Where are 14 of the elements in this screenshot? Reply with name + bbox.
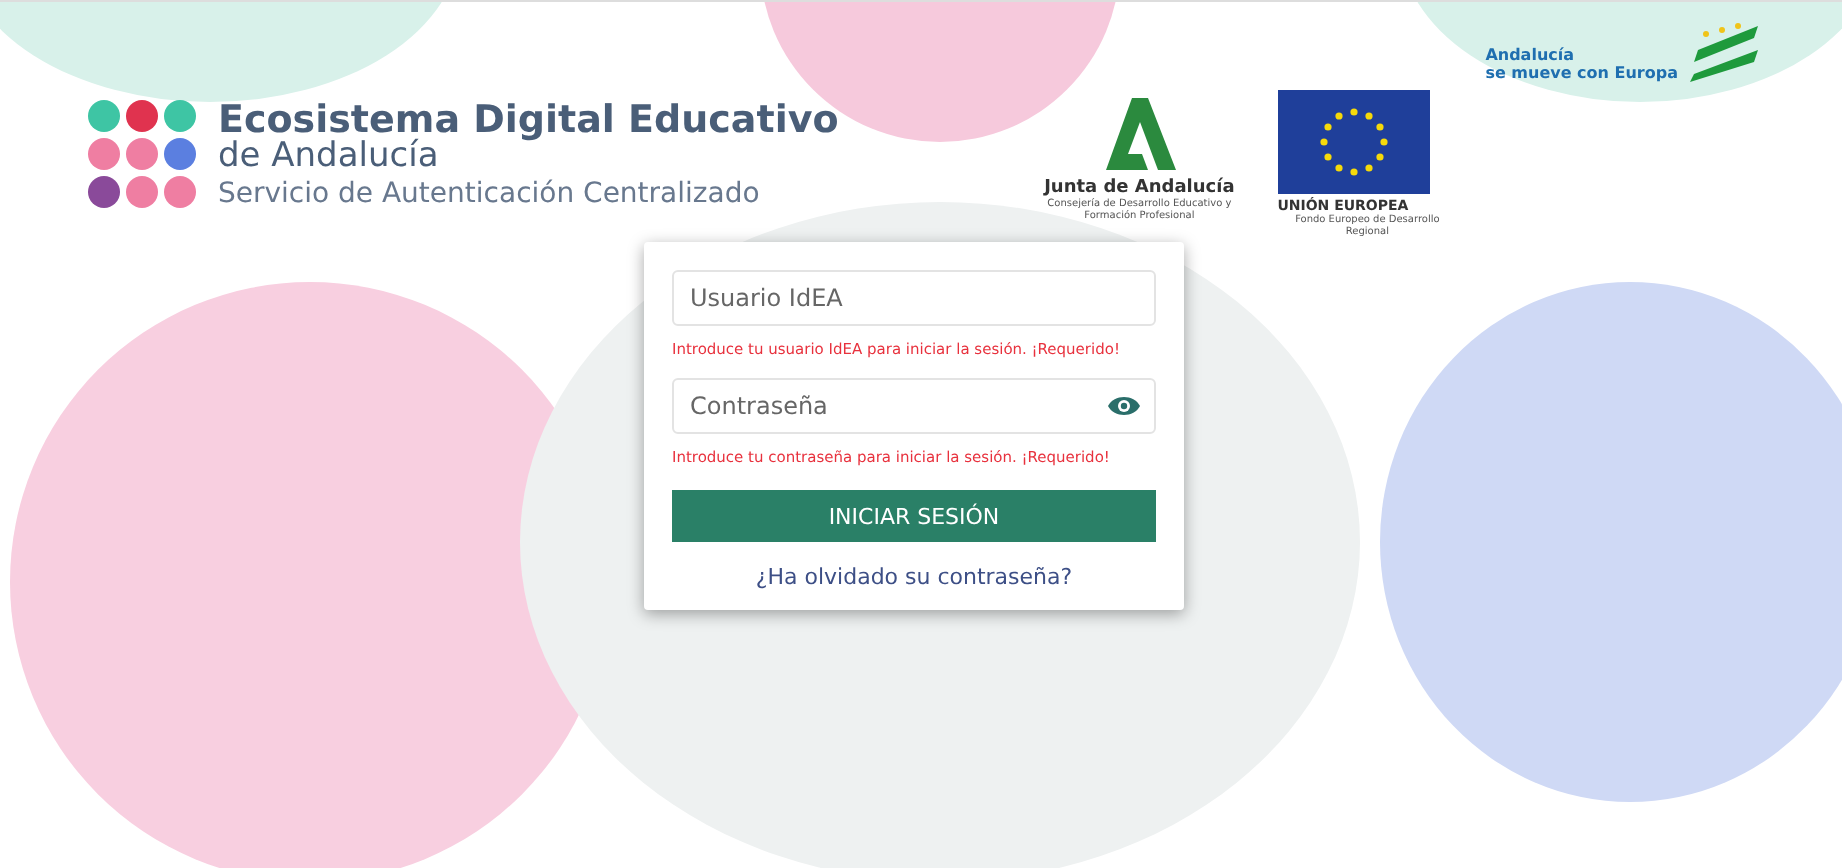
text-field[interactable]: Contraseña bbox=[672, 378, 1156, 434]
forgot-password-link[interactable]: ¿Ha olvidado su contraseña? bbox=[755, 564, 1073, 590]
logo-subtitle: de Andalucía bbox=[218, 139, 441, 173]
partner-name: Andalucía bbox=[1485, 46, 1577, 64]
logo-title: Ecosistema Digital Educativo bbox=[218, 101, 839, 139]
dots-logo-icon bbox=[86, 98, 198, 210]
text-field[interactable]: Usuario IdEA bbox=[672, 270, 1156, 326]
login-button[interactable]: INICIAR SESIÓN bbox=[672, 490, 1156, 542]
logo-tagline: Servicio de Autenticación Centralizado bbox=[218, 179, 762, 207]
eye-icon[interactable] bbox=[1108, 394, 1140, 418]
flag-stripes-icon bbox=[1686, 22, 1762, 82]
eu-flag-icon bbox=[1277, 90, 1430, 194]
partner-detail: se mueve con Europa bbox=[1485, 64, 1678, 82]
partner-name: Junta de Andalucía bbox=[1044, 178, 1235, 198]
